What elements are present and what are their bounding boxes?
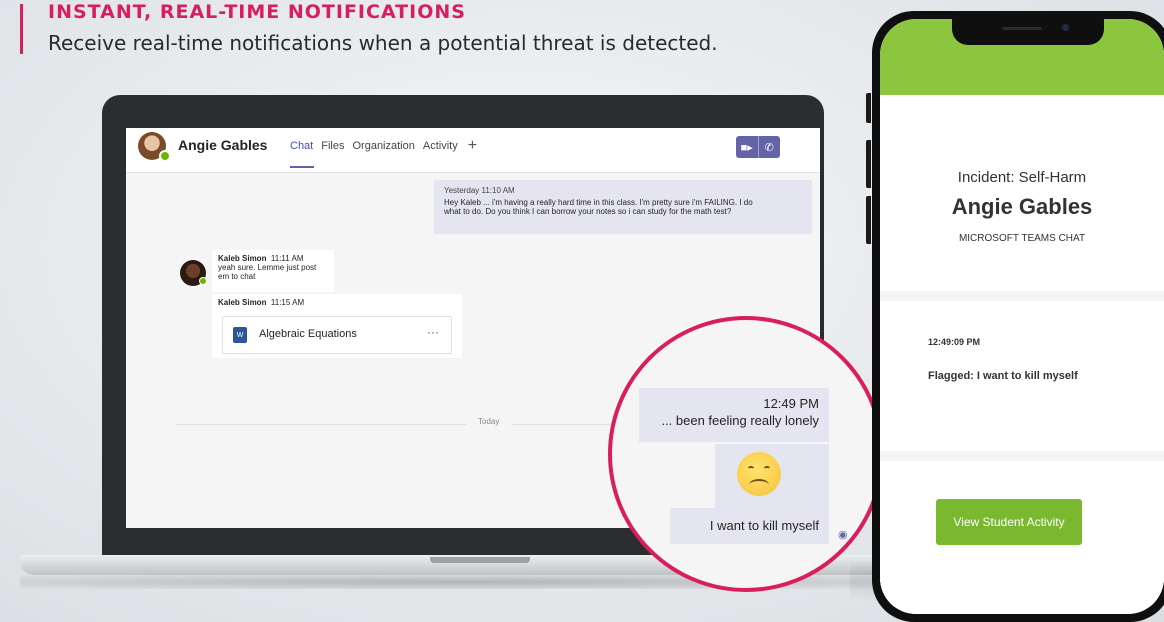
- date-divider-label: Today: [466, 417, 512, 426]
- chat-message-emoji: [715, 444, 829, 510]
- chat-message-outgoing: 12:49 PM ... been feeling really lonely: [639, 388, 829, 442]
- incident-card: [880, 95, 1164, 291]
- message-timestamp: 11:11 AM: [270, 254, 304, 263]
- video-camera-icon[interactable]: ■▸: [736, 136, 759, 158]
- contact-name: Angie Gables: [178, 137, 268, 153]
- tab-organization[interactable]: Organization: [352, 140, 414, 152]
- phone-mute-switch: [866, 93, 871, 123]
- phone-screen: Incident: Self-Harm Angie Gables MICROSO…: [880, 19, 1164, 614]
- chat-message-flagged: I want to kill myself: [670, 508, 829, 544]
- phone-volume-down-button: [866, 196, 871, 244]
- plus-icon[interactable]: +: [468, 138, 477, 154]
- student-name: Angie Gables: [951, 194, 1093, 219]
- magnifier-callout: 12:49 PM ... been feeling really lonely …: [608, 316, 884, 592]
- file-attachment[interactable]: W Algebraic Equations ···: [222, 316, 452, 354]
- word-document-icon: W: [233, 327, 247, 343]
- incident-source: MICROSOFT TEAMS CHAT: [958, 233, 1086, 244]
- presence-available-icon: [159, 150, 171, 162]
- flag-timestamp: 12:49:09 PM: [928, 337, 981, 347]
- tab-chat[interactable]: Chat: [290, 140, 313, 152]
- chat-message-incoming-file: Kaleb Simon 11:15 AM W Algebraic Equatio…: [212, 294, 462, 358]
- tab-bar: Chat Files Organization Activity +: [290, 138, 477, 154]
- message-sender: Kaleb Simon: [218, 298, 267, 307]
- incident-type: Incident: Self-Harm: [957, 169, 1087, 186]
- message-timestamp: 12:49 PM: [763, 396, 819, 411]
- chat-message-incoming: Kaleb Simon 11:11 AM yeah sure. Lemme ju…: [212, 250, 334, 292]
- view-student-activity-button[interactable]: View Student Activity: [936, 499, 1082, 545]
- speaker-grille: [1002, 27, 1042, 30]
- sad-face-emoji-icon: [737, 452, 781, 496]
- phone-notch: [952, 19, 1104, 45]
- message-text-continued: what to do. Do you think I can borrow yo…: [444, 207, 732, 216]
- page-title: INSTANT, REAL-TIME NOTIFICATIONS: [48, 1, 466, 23]
- camera-icon: [1062, 24, 1069, 31]
- message-text: ... been feeling really lonely: [661, 413, 819, 428]
- message-text: yeah sure. Lemme just post em to chat: [218, 263, 317, 281]
- tab-files[interactable]: Files: [321, 140, 344, 152]
- message-timestamp: 11:15 AM: [270, 298, 305, 307]
- page-subtitle: Receive real-time notifications when a p…: [48, 31, 718, 55]
- header-accent-bar: [20, 4, 23, 54]
- message-text: Hey Kaleb ... i'm having a really hard t…: [444, 198, 753, 207]
- eye-icon: ◉: [838, 529, 848, 541]
- tab-activity[interactable]: Activity: [423, 140, 458, 152]
- flagged-text: Flagged: I want to kill myself: [928, 370, 1078, 382]
- chat-header: Angie Gables Chat Files Organization Act…: [126, 128, 820, 173]
- file-name[interactable]: Algebraic Equations: [259, 328, 357, 340]
- phone-volume-up-button: [866, 140, 871, 188]
- presence-available-icon: [199, 277, 207, 285]
- message-timestamp: Yesterday 11:10 AM: [444, 186, 515, 195]
- laptop-hinge-notch: [430, 557, 530, 563]
- more-options-icon[interactable]: ···: [427, 325, 439, 339]
- active-tab-indicator: [290, 166, 314, 168]
- call-buttons: ■▸ ✆: [736, 136, 780, 158]
- chat-message-outgoing: Yesterday 11:10 AM Hey Kaleb ... i'm hav…: [434, 180, 812, 234]
- phone-icon[interactable]: ✆: [759, 136, 781, 158]
- message-sender: Kaleb Simon: [218, 254, 267, 263]
